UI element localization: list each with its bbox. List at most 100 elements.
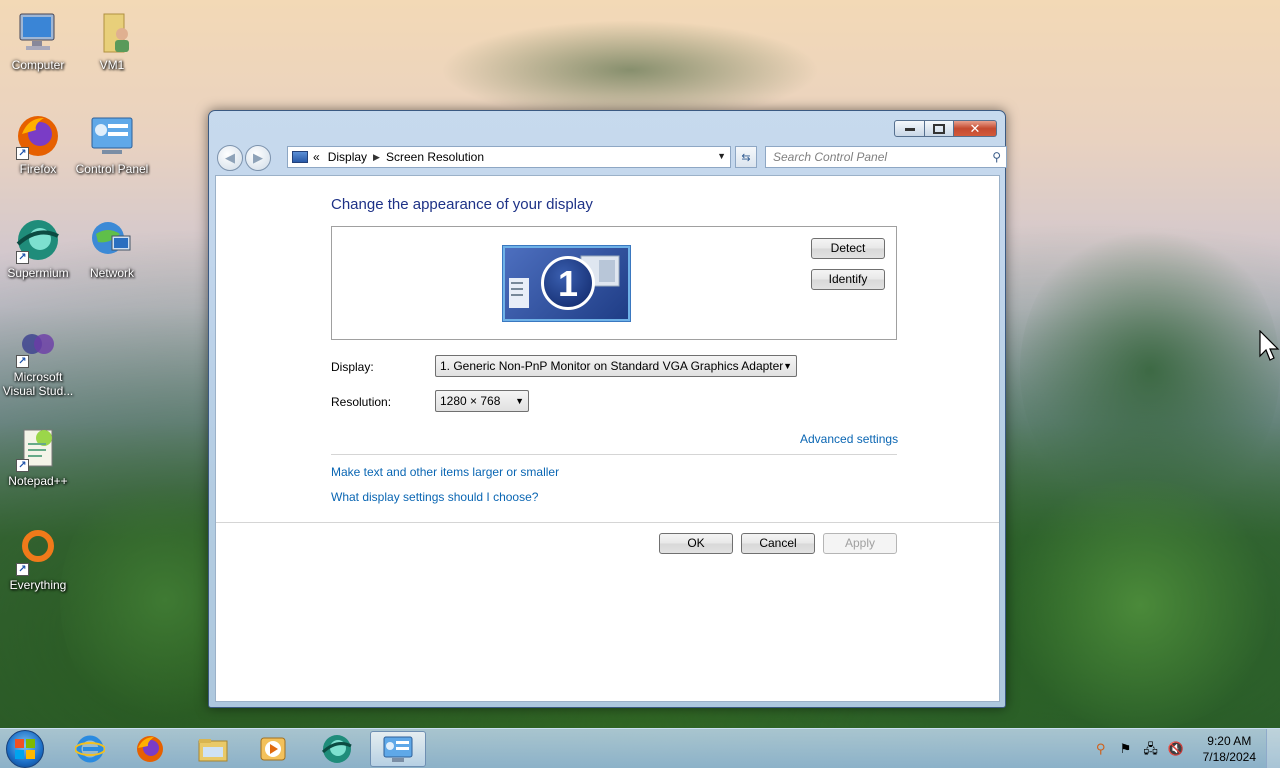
monitor-preview-panel: 1 Detect Identify <box>331 226 897 340</box>
identify-button[interactable]: Identify <box>811 269 885 290</box>
search-icon[interactable]: ⚲ <box>992 150 1001 164</box>
desktop-icon-notepad-plus-plus[interactable]: ↗ Notepad++ <box>0 424 76 488</box>
search-input[interactable]: Search Control Panel ⚲ <box>765 146 1007 168</box>
shortcut-arrow-icon: ↗ <box>16 251 29 264</box>
address-bar[interactable]: « Display ▶ Screen Resolution ▼ <box>287 146 731 168</box>
network-icon <box>88 216 136 264</box>
breadcrumb-separator-icon[interactable]: ▶ <box>373 152 380 163</box>
cancel-button[interactable]: Cancel <box>741 533 815 554</box>
page-title: Change the appearance of your display <box>331 196 593 213</box>
advanced-settings-link[interactable]: Advanced settings <box>800 432 898 446</box>
windows-logo-icon <box>15 739 35 759</box>
desktop-icon-computer[interactable]: Computer <box>0 8 76 72</box>
internet-explorer-icon <box>75 735 105 763</box>
ok-button[interactable]: OK <box>659 533 733 554</box>
taskbar-media-player[interactable] <box>245 731 301 767</box>
desktop-icon-network[interactable]: Network <box>74 216 150 280</box>
background-foliage <box>440 20 820 120</box>
system-tray: ⚲ ⚑ 🖧 🔇 9:20 AM 7/18/2024 <box>1093 729 1280 768</box>
divider <box>216 522 999 523</box>
resolution-selected-value: 1280 × 768 <box>440 394 501 408</box>
shortcut-arrow-icon: ↗ <box>16 355 29 368</box>
dropdown-arrow-icon: ▼ <box>783 361 792 371</box>
start-button[interactable] <box>6 730 44 768</box>
breadcrumb-overflow[interactable]: « <box>313 150 320 164</box>
search-placeholder: Search Control Panel <box>773 150 888 164</box>
user-folder-icon <box>88 8 136 56</box>
monitor-number-badge: 1 <box>541 256 595 310</box>
clock-date: 7/18/2024 <box>1202 750 1256 764</box>
minimize-icon <box>904 127 915 131</box>
display-help-link[interactable]: What display settings should I choose? <box>331 490 538 504</box>
desktop-icon-label: Firefox <box>19 162 57 176</box>
action-center-flag-icon[interactable]: ⚑ <box>1118 741 1134 757</box>
forward-arrow-icon: ▶ <box>253 150 263 165</box>
divider <box>331 454 897 455</box>
control-panel-icon <box>88 112 136 160</box>
desktop-icon-label: Control Panel <box>75 162 149 176</box>
navigation-bar: ◀ ▶ « Display ▶ Screen Resolution ▼ ⇆ Se… <box>217 145 1007 171</box>
desktop-icon-label: Computer <box>11 58 65 72</box>
desktop-icon-label: Everything <box>9 578 67 592</box>
breadcrumb-display[interactable]: Display <box>328 150 367 164</box>
shortcut-arrow-icon: ↗ <box>16 563 29 576</box>
desktop-icon-label: Microsoft Visual Stud... <box>2 370 74 398</box>
desktop-icon-visual-studio[interactable]: ↗ Microsoft Visual Stud... <box>0 320 76 398</box>
minimize-button[interactable] <box>894 120 925 137</box>
refresh-button[interactable]: ⇆ <box>735 146 757 168</box>
search-tray-icon[interactable]: ⚲ <box>1093 741 1109 757</box>
shortcut-arrow-icon: ↗ <box>16 459 29 472</box>
background-foliage <box>1000 480 1280 730</box>
taskbar-control-panel[interactable] <box>370 731 426 767</box>
network-tray-icon[interactable]: 🖧 <box>1143 741 1159 757</box>
taskbar-file-explorer[interactable] <box>185 731 241 767</box>
address-dropdown-icon[interactable]: ▼ <box>717 151 726 161</box>
resolution-label: Resolution: <box>331 395 392 409</box>
taskbar-internet-explorer[interactable] <box>62 731 118 767</box>
resolution-select[interactable]: 1280 × 768 ▼ <box>435 390 529 412</box>
monitor-1-thumbnail[interactable]: 1 <box>503 246 630 321</box>
desktop-icon-label: Network <box>89 266 134 280</box>
taskbar-supermium[interactable] <box>309 731 365 767</box>
show-desktop-button[interactable] <box>1266 729 1280 768</box>
clock[interactable]: 9:20 AM 7/18/2024 <box>1203 733 1256 765</box>
desktop-icon-firefox[interactable]: ↗ Firefox <box>0 112 76 176</box>
breadcrumb-screen-resolution[interactable]: Screen Resolution <box>386 150 484 164</box>
control-panel-icon <box>383 736 413 762</box>
supermium-icon: ↗ <box>14 216 62 264</box>
visual-studio-icon: ↗ <box>14 320 62 368</box>
desktop-icon-supermium[interactable]: ↗ Supermium <box>0 216 76 280</box>
window-controls: ✕ <box>894 120 997 137</box>
clock-time: 9:20 AM <box>1207 734 1252 748</box>
taskbar: ⚲ ⚑ 🖧 🔇 9:20 AM 7/18/2024 <box>0 728 1280 768</box>
desktop-icon-everything[interactable]: ↗ Everything <box>0 528 76 592</box>
taskbar-firefox[interactable] <box>122 731 178 767</box>
back-button[interactable]: ◀ <box>217 145 243 171</box>
mouse-cursor-icon <box>1259 330 1280 361</box>
forward-button[interactable]: ▶ <box>245 145 271 171</box>
refresh-icon: ⇆ <box>741 151 751 164</box>
content-pane: Change the appearance of your display 1 … <box>215 175 1000 702</box>
display-select[interactable]: 1. Generic Non-PnP Monitor on Standard V… <box>435 355 797 377</box>
close-button[interactable]: ✕ <box>954 120 997 137</box>
desktop-icon-label: VM1 <box>99 58 125 72</box>
desktop-icon-vm1[interactable]: VM1 <box>74 8 150 72</box>
background-foliage <box>1020 220 1280 520</box>
display-label: Display: <box>331 360 374 374</box>
desktop-icon-control-panel[interactable]: Control Panel <box>74 112 150 176</box>
desktop-icon-label: Notepad++ <box>8 474 68 488</box>
firefox-icon <box>137 736 163 762</box>
everything-search-icon: ↗ <box>14 528 62 576</box>
media-player-icon <box>260 737 286 761</box>
apply-button[interactable]: Apply <box>823 533 897 554</box>
computer-icon <box>14 8 62 56</box>
display-selected-value: 1. Generic Non-PnP Monitor on Standard V… <box>440 359 784 373</box>
maximize-button[interactable] <box>925 120 954 137</box>
detect-button[interactable]: Detect <box>811 238 885 259</box>
volume-muted-icon[interactable]: 🔇 <box>1168 741 1184 757</box>
maximize-icon <box>933 123 945 134</box>
text-size-link[interactable]: Make text and other items larger or smal… <box>331 465 559 479</box>
supermium-icon <box>321 735 352 763</box>
shortcut-arrow-icon: ↗ <box>16 147 29 160</box>
desktop-icon-label: Supermium <box>7 266 69 280</box>
